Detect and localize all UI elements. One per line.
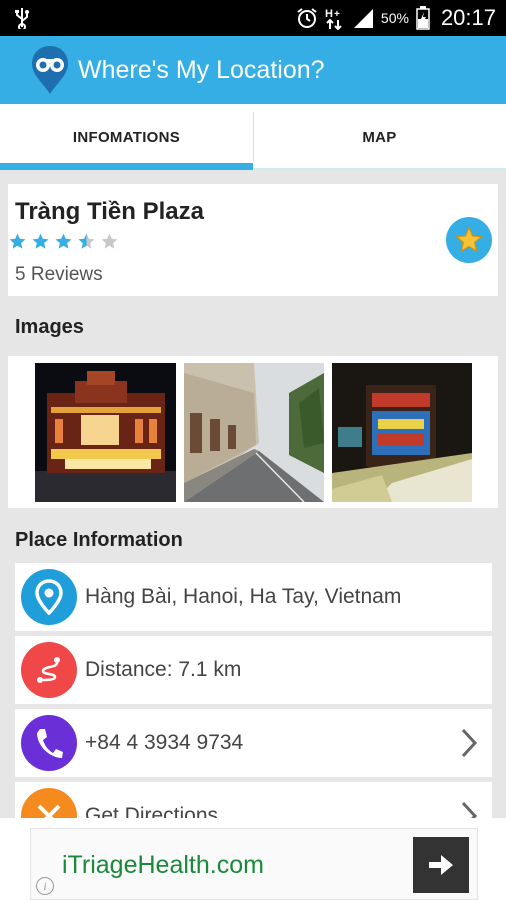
- clock: 20:17: [440, 5, 496, 30]
- route-icon: [21, 642, 77, 698]
- address-text: Hàng Bài, Hanoi, Ha Tay, Vietnam: [85, 585, 402, 608]
- app-title: Where's My Location?: [78, 55, 325, 84]
- info-icon[interactable]: i: [36, 877, 54, 895]
- favorite-button[interactable]: [446, 217, 492, 263]
- rating-stars: [8, 232, 119, 251]
- place-image-2[interactable]: [184, 363, 324, 502]
- images-section-title: Images: [15, 316, 84, 338]
- svg-text:+: +: [334, 9, 340, 20]
- data-transfer-icon: H +: [325, 8, 342, 30]
- phone-row[interactable]: +84 4 3934 9734: [15, 709, 492, 777]
- place-name: Tràng Tiền Plaza: [15, 198, 204, 225]
- star-empty-icon: [101, 233, 118, 249]
- tab-map[interactable]: MAP: [253, 104, 506, 170]
- signal-icon: [353, 9, 373, 28]
- tab-label: INFOMATIONS: [72, 128, 181, 146]
- place-info-section-title: Place Information: [15, 529, 183, 551]
- battery-icon: [416, 6, 430, 30]
- arrow-right-icon: [429, 855, 453, 875]
- star-full-icon: [55, 233, 72, 249]
- ad-open-button[interactable]: [413, 837, 469, 893]
- images-card: [8, 356, 498, 508]
- svg-text:H: H: [325, 8, 333, 20]
- tab-label: MAP: [362, 128, 397, 146]
- location-pin-icon: [21, 569, 77, 625]
- status-bar: H + 50% 20:17: [0, 0, 506, 36]
- alarm-icon: [297, 8, 317, 28]
- ad-banner[interactable]: iTriageHealth.com i: [30, 828, 478, 900]
- star-full-icon: [32, 233, 49, 249]
- star-half-icon: [78, 233, 95, 249]
- place-image-3[interactable]: [332, 363, 472, 502]
- action-bar: Where's My Location?: [0, 36, 506, 104]
- reviews-count[interactable]: 5 Reviews: [15, 264, 103, 286]
- distance-text: Distance: 7.1 km: [85, 658, 242, 681]
- address-row[interactable]: Hàng Bài, Hanoi, Ha Tay, Vietnam: [15, 563, 492, 631]
- star-full-icon: [9, 233, 26, 249]
- chevron-right-icon: [461, 728, 478, 758]
- distance-row: Distance: 7.1 km: [15, 636, 492, 704]
- ad-text[interactable]: iTriageHealth.com: [62, 851, 264, 880]
- battery-percent: 50%: [380, 10, 409, 26]
- tab-informations[interactable]: INFOMATIONS: [0, 104, 253, 170]
- star-icon: [454, 225, 484, 253]
- app-logo-icon[interactable]: [30, 44, 70, 96]
- usb-icon: [15, 8, 29, 29]
- tab-divider: [253, 112, 254, 162]
- tab-underline-inactive: [253, 168, 506, 170]
- phone-icon: [21, 715, 77, 771]
- phone-text: +84 4 3934 9734: [85, 731, 244, 754]
- place-image-1[interactable]: [35, 363, 176, 502]
